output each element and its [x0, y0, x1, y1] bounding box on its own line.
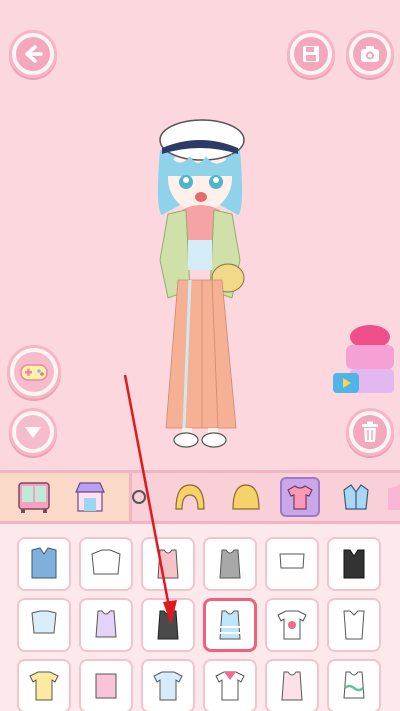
lace-up-top-icon: [343, 610, 365, 640]
glasses-icon: [132, 490, 146, 504]
delete-button[interactable]: [346, 408, 394, 456]
back-arrow-icon: [16, 37, 50, 71]
save-disk-icon: [294, 37, 328, 71]
item-cell[interactable]: [327, 659, 381, 711]
dotted-tee-icon: [29, 671, 59, 701]
item-cell[interactable]: [203, 598, 257, 652]
pink-heart-top-icon: [95, 673, 117, 699]
tab-hair-back[interactable]: [226, 477, 266, 517]
item-cell[interactable]: [79, 659, 133, 711]
back-button[interactable]: [9, 30, 57, 78]
tab-glasses[interactable]: [124, 477, 150, 517]
gift-box-promo-icon[interactable]: [330, 315, 400, 405]
item-cell[interactable]: [327, 598, 381, 652]
item-cell[interactable]: [17, 659, 71, 711]
item-grid: [0, 524, 400, 711]
item-cell[interactable]: [203, 537, 257, 591]
item-cell[interactable]: [327, 537, 381, 591]
tab-jackets[interactable]: [336, 477, 376, 517]
hair-back-icon: [232, 484, 260, 510]
white-crop-top-icon: [91, 549, 121, 575]
striped-tank-icon: [219, 610, 241, 640]
triangle-down-icon: [16, 415, 50, 449]
black-tank-icon: [157, 610, 179, 640]
item-cell[interactable]: [265, 537, 319, 591]
lilac-tank-icon: [95, 610, 117, 638]
tab-wardrobe[interactable]: [14, 477, 54, 517]
pink-tank-icon: [157, 549, 179, 579]
camera-button[interactable]: [346, 30, 394, 78]
item-cell[interactable]: [17, 537, 71, 591]
tab-tops[interactable]: [280, 477, 320, 517]
collapse-button[interactable]: [9, 408, 57, 456]
jacket-icon: [343, 484, 369, 510]
item-cell[interactable]: [17, 598, 71, 652]
item-cell[interactable]: [265, 659, 319, 711]
strawberry-tee-icon: [277, 610, 307, 640]
partial-tab-icon: [388, 484, 400, 510]
item-cell[interactable]: [141, 537, 195, 591]
black-vest-icon: [343, 549, 365, 579]
item-cell[interactable]: [265, 598, 319, 652]
hair-front-icon: [175, 484, 205, 510]
item-cell[interactable]: [79, 537, 133, 591]
character-avatar: [157, 119, 245, 448]
item-cell[interactable]: [79, 598, 133, 652]
camera-icon: [353, 37, 387, 71]
white-bandeau-icon: [279, 553, 305, 569]
dressup-stage: [0, 0, 400, 470]
bow-top-icon: [281, 671, 303, 701]
tie-front-top-icon: [31, 610, 57, 634]
category-tab-bar: [0, 470, 400, 524]
tab-more[interactable]: [388, 477, 400, 517]
tab-hair-front[interactable]: [170, 477, 210, 517]
shop-icon: [75, 482, 105, 512]
item-cell[interactable]: [203, 659, 257, 711]
blue-print-top-icon: [153, 671, 183, 701]
gray-tank-icon: [219, 549, 241, 579]
item-cell[interactable]: [141, 659, 195, 711]
gamepad-icon: [14, 352, 54, 392]
denim-vest-icon: [31, 547, 57, 579]
save-button[interactable]: [287, 30, 335, 78]
minigame-button[interactable]: [7, 345, 61, 399]
trash-icon: [353, 415, 387, 449]
top-shirt-icon: [287, 485, 313, 510]
wardrobe-icon: [18, 482, 50, 513]
item-cell[interactable]: [141, 598, 195, 652]
tab-shop[interactable]: [70, 477, 110, 517]
green-wave-top-icon: [343, 671, 365, 699]
sailor-top-icon: [215, 671, 245, 701]
